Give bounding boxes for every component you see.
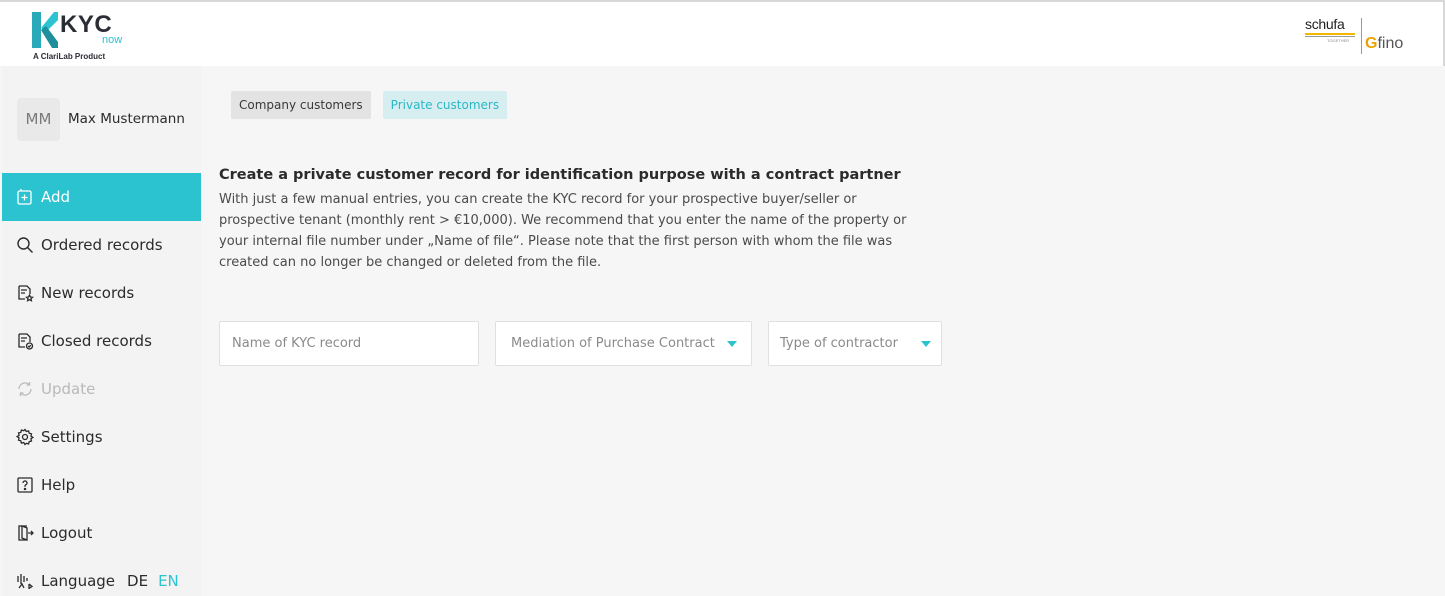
language-de-option[interactable]: DE xyxy=(127,572,148,590)
fino-text: fino xyxy=(1377,35,1404,52)
sidebar-item-label: Help xyxy=(41,476,76,494)
new-records-icon xyxy=(16,284,34,302)
kyc-record-name-input[interactable] xyxy=(220,322,478,365)
mediation-select-value: Mediation of Purchase Contract xyxy=(511,336,715,351)
sidebar-item-label: Ordered records xyxy=(41,236,163,254)
page-description: With just a few manual entries, you can … xyxy=(219,192,907,270)
logo-now-text: now xyxy=(102,34,123,46)
sidebar-item-update[interactable]: Update xyxy=(2,365,201,413)
avatar[interactable]: MM xyxy=(17,98,60,141)
sidebar-item-label: New records xyxy=(41,284,135,302)
kyc-logo-mark-icon xyxy=(32,12,58,48)
kyc-record-name-field[interactable] xyxy=(219,321,479,366)
add-icon xyxy=(16,188,34,206)
language-icon xyxy=(16,572,34,590)
sidebar-item-label: Settings xyxy=(41,428,103,446)
sidebar-item-label: Closed records xyxy=(41,332,152,350)
sidebar-item-help[interactable]: Help xyxy=(2,461,201,509)
closed-records-icon xyxy=(16,332,34,350)
sidebar-item-language: Language DE EN xyxy=(2,557,201,596)
logout-icon xyxy=(16,524,34,542)
fino-mark-icon: G xyxy=(1365,35,1378,52)
fino-logo: Gfino xyxy=(1365,35,1403,53)
chevron-down-icon xyxy=(727,341,737,347)
schufa-logo: schufa xyxy=(1305,16,1345,32)
help-icon xyxy=(16,476,34,494)
logo-subtitle: A ClariLab Product xyxy=(33,52,106,61)
search-icon xyxy=(16,236,34,254)
sidebar: MM Max Mustermann Add Ordered records Ne… xyxy=(2,66,201,596)
sidebar-item-label: Language xyxy=(41,572,116,590)
refresh-icon xyxy=(16,380,34,398)
sidebar-item-ordered-records[interactable]: Ordered records xyxy=(2,221,201,269)
tab-private-customers[interactable]: Private customers xyxy=(382,91,508,119)
mediation-select[interactable]: Mediation of Purchase Contract xyxy=(495,321,752,366)
chevron-down-icon xyxy=(921,341,931,347)
kyc-now-logo[interactable]: KYC now A ClariLab Product xyxy=(32,12,122,64)
sidebar-item-label: Logout xyxy=(41,524,93,542)
schufa-together-text: TOGETHER xyxy=(1327,38,1350,43)
contractor-type-select[interactable]: Type of contractor xyxy=(768,321,942,366)
top-bar: KYC now A ClariLab Product schufa TOGETH… xyxy=(0,0,1445,66)
contractor-type-select-value: Type of contractor xyxy=(780,336,898,351)
language-en-option[interactable]: EN xyxy=(158,572,179,590)
sidebar-item-new-records[interactable]: New records xyxy=(2,269,201,317)
tab-company-customers[interactable]: Company customers xyxy=(231,91,371,119)
gear-icon xyxy=(16,428,34,446)
partner-divider xyxy=(1361,18,1362,54)
sidebar-nav: Add Ordered records New records Closed r… xyxy=(2,173,201,596)
sidebar-item-closed-records[interactable]: Closed records xyxy=(2,317,201,365)
schufa-underline xyxy=(1305,33,1355,35)
sidebar-item-label: Update xyxy=(41,380,96,398)
partner-logos: schufa TOGETHER Gfino xyxy=(1303,16,1413,58)
sidebar-item-add[interactable]: Add xyxy=(2,173,201,221)
sidebar-item-logout[interactable]: Logout xyxy=(2,509,201,557)
sidebar-item-settings[interactable]: Settings xyxy=(2,413,201,461)
sidebar-item-label: Add xyxy=(41,188,71,206)
user-name: Max Mustermann xyxy=(68,111,185,127)
schufa-underline-grey xyxy=(1305,36,1355,37)
customer-type-tabs: Company customers Private customers xyxy=(231,91,519,119)
page-title: Create a private customer record for ide… xyxy=(219,167,901,183)
